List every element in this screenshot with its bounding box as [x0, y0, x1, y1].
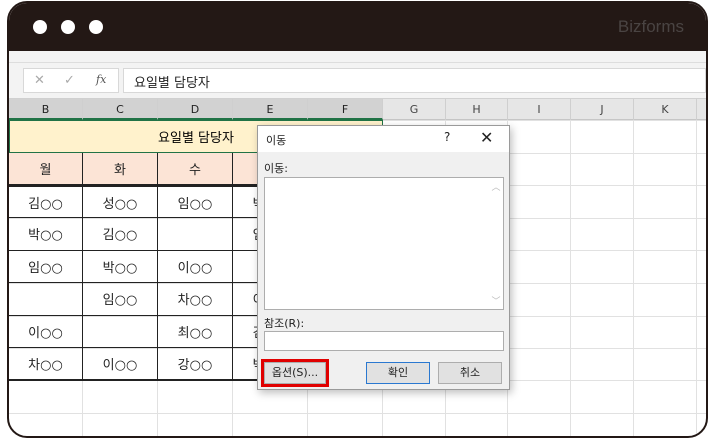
gridline [570, 120, 571, 436]
table-cell[interactable]: 임○○ [9, 250, 83, 283]
table-cell[interactable]: 차○○ [158, 282, 233, 316]
enter-icon[interactable]: ✓ [64, 73, 75, 88]
column-header[interactable]: J [571, 99, 634, 120]
column-header[interactable]: G [383, 99, 446, 120]
goto-label: 이동: [264, 162, 288, 175]
column-header[interactable]: F [308, 99, 383, 120]
table-cell[interactable]: 박○○ [9, 217, 83, 251]
column-header[interactable]: K [634, 99, 697, 120]
window-dot-icon [61, 20, 75, 34]
table-cell[interactable]: 이○○ [9, 315, 83, 348]
formula-input[interactable]: 요일별 담당자 [123, 68, 706, 93]
cancel-button[interactable]: 취소 [438, 362, 502, 384]
ok-button[interactable]: 확인 [366, 362, 430, 384]
table-cell[interactable]: 이○○ [158, 250, 233, 283]
goto-list[interactable]: ︿ ﹀ [264, 177, 504, 310]
formula-bar: ✕ ✓ fx 요일별 담당자 [9, 63, 706, 99]
help-icon[interactable]: ? [444, 130, 450, 144]
brand-logo: Bizforms [617, 17, 684, 36]
table-cell[interactable]: 박○○ [83, 250, 158, 283]
column-header[interactable]: I [508, 99, 571, 120]
title-bar: Bizforms [9, 3, 706, 51]
column-header[interactable]: B [9, 99, 83, 120]
goto-dialog: 이동 ? ✕ 이동: ︿ ﹀ 참조(R): 옵션(S)... 확인 취소 [257, 125, 510, 390]
table-cell[interactable] [158, 217, 233, 251]
column-header[interactable]: C [83, 99, 158, 120]
window-frame: Bizforms ✕ ✓ fx 요일별 담당자 BCDEFGHIJK 요일별 담… [7, 1, 708, 438]
column-header[interactable]: D [158, 99, 233, 120]
gridline [9, 413, 706, 414]
table-cell[interactable]: 성○○ [83, 185, 158, 218]
dialog-title: 이동 [266, 134, 287, 147]
reference-input[interactable] [264, 331, 504, 351]
window-dot-icon [33, 20, 47, 34]
table-cell[interactable]: 임○○ [83, 282, 158, 316]
table-cell[interactable]: 김○○ [83, 217, 158, 251]
table-cell[interactable]: 이○○ [83, 347, 158, 381]
function-icon[interactable]: fx [96, 73, 106, 86]
column-header[interactable]: H [446, 99, 508, 120]
gridline [633, 120, 634, 436]
dialog-title-bar: 이동 ? ✕ [258, 126, 509, 152]
column-headers: BCDEFGHIJK [9, 99, 706, 120]
gridline [696, 120, 697, 436]
table-cell[interactable]: 강○○ [158, 347, 233, 381]
close-icon[interactable]: ✕ [480, 128, 493, 147]
table-cell[interactable] [9, 282, 83, 316]
column-header[interactable]: E [233, 99, 308, 120]
table-cell[interactable]: 최○○ [158, 315, 233, 348]
scroll-down-icon[interactable]: ﹀ [489, 294, 503, 307]
table-header-cell[interactable]: 화 [83, 153, 158, 185]
table-cell[interactable] [83, 315, 158, 348]
table-header-cell[interactable]: 월 [9, 153, 83, 185]
reference-label: 참조(R): [264, 317, 305, 330]
options-button[interactable]: 옵션(S)... [261, 359, 329, 387]
table-header-cell[interactable]: 수 [158, 153, 233, 185]
table-cell[interactable]: 차○○ [9, 347, 83, 381]
ribbon [9, 51, 706, 63]
scrollbar[interactable]: ︿ ﹀ [489, 178, 503, 309]
table-cell[interactable]: 임○○ [158, 185, 233, 218]
window-dot-icon [89, 20, 103, 34]
scroll-up-icon[interactable]: ︿ [489, 180, 503, 193]
cancel-icon[interactable]: ✕ [34, 73, 45, 88]
table-cell[interactable]: 김○○ [9, 185, 83, 218]
